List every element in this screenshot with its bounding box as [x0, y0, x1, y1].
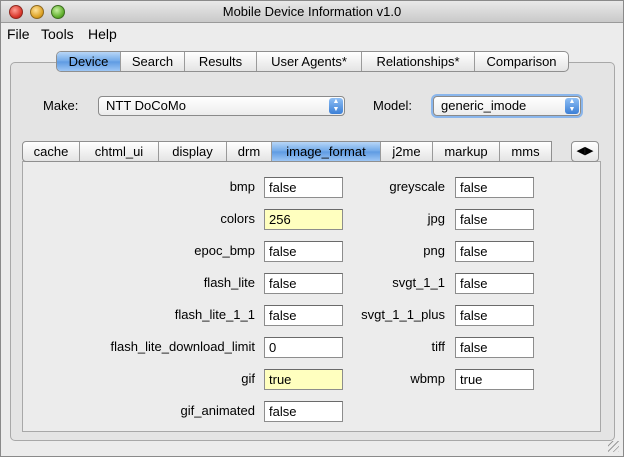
- capability-tab-bar: cache chtml_ui display drm image_format …: [22, 141, 552, 162]
- prop-label-tiff: tiff: [431, 339, 446, 354]
- prop-label-gif: gif: [241, 371, 255, 386]
- tab-search[interactable]: Search: [121, 52, 185, 71]
- field-greyscale[interactable]: false: [455, 177, 534, 198]
- tab-scroll-button[interactable]: ◀▶: [571, 141, 599, 162]
- make-value: NTT DoCoMo: [106, 98, 186, 113]
- make-label: Make:: [43, 98, 79, 113]
- field-wbmp[interactable]: true: [455, 369, 534, 390]
- tab-device[interactable]: Device: [57, 52, 121, 71]
- close-window-button[interactable]: [9, 5, 23, 19]
- prop-label-bmp: bmp: [229, 179, 255, 194]
- field-colors[interactable]: 256: [264, 209, 343, 230]
- up-down-arrows-icon: ▲ ▼: [329, 98, 343, 114]
- window-title: Mobile Device Information v1.0: [222, 4, 402, 19]
- tab-drm[interactable]: drm: [227, 142, 272, 161]
- prop-label-flash-lite-1-1: flash_lite_1_1: [174, 307, 255, 322]
- capability-panel: [22, 161, 601, 432]
- prop-label-jpg: jpg: [427, 211, 445, 226]
- field-tiff[interactable]: false: [455, 337, 534, 358]
- tab-image-format[interactable]: image_format: [272, 142, 381, 161]
- field-svgt-1-1-plus[interactable]: false: [455, 305, 534, 326]
- menu-tools[interactable]: Tools: [41, 23, 74, 45]
- tab-user-agents[interactable]: User Agents*: [257, 52, 362, 71]
- prop-label-png: png: [423, 243, 445, 258]
- prop-label-flash-lite-download-limit: flash_lite_download_limit: [110, 339, 255, 354]
- field-flash-lite[interactable]: false: [264, 273, 343, 294]
- field-flash-lite-download-limit[interactable]: 0: [264, 337, 343, 358]
- field-jpg[interactable]: false: [455, 209, 534, 230]
- tab-j2me[interactable]: j2me: [381, 142, 433, 161]
- make-select[interactable]: NTT DoCoMo ▲ ▼: [98, 96, 345, 116]
- prop-label-svgt-1-1: svgt_1_1: [392, 275, 445, 290]
- field-epoc-bmp[interactable]: false: [264, 241, 343, 262]
- main-tab-bar: Device Search Results User Agents* Relat…: [56, 51, 569, 72]
- up-down-arrows-icon: ▲ ▼: [565, 98, 579, 114]
- tab-markup[interactable]: markup: [433, 142, 500, 161]
- tab-display[interactable]: display: [159, 142, 227, 161]
- field-bmp[interactable]: false: [264, 177, 343, 198]
- tab-comparison[interactable]: Comparison: [475, 52, 568, 71]
- tab-mms[interactable]: mms: [500, 142, 551, 161]
- app-window: Mobile Device Information v1.0 File Tool…: [0, 0, 624, 457]
- prop-label-epoc-bmp: epoc_bmp: [194, 243, 255, 258]
- field-png[interactable]: false: [455, 241, 534, 262]
- tab-chtml-ui[interactable]: chtml_ui: [80, 142, 159, 161]
- tab-relationships[interactable]: Relationships*: [362, 52, 475, 71]
- prop-label-greyscale: greyscale: [389, 179, 445, 194]
- prop-label-gif-animated: gif_animated: [180, 403, 255, 418]
- prop-label-flash-lite: flash_lite: [203, 275, 255, 290]
- prop-label-svgt-1-1-plus: svgt_1_1_plus: [361, 307, 445, 322]
- prop-label-colors: colors: [220, 211, 255, 226]
- menu-file[interactable]: File: [7, 23, 30, 45]
- tab-cache[interactable]: cache: [23, 142, 80, 161]
- resize-grip-icon[interactable]: [608, 441, 619, 452]
- model-label: Model:: [373, 98, 413, 113]
- field-gif-animated[interactable]: false: [264, 401, 343, 422]
- left-right-arrows-icon: ◀▶: [576, 145, 594, 157]
- title-bar[interactable]: Mobile Device Information v1.0: [1, 1, 623, 23]
- minimize-window-button[interactable]: [30, 5, 44, 19]
- field-flash-lite-1-1[interactable]: false: [264, 305, 343, 326]
- field-svgt-1-1[interactable]: false: [455, 273, 534, 294]
- field-gif[interactable]: true: [264, 369, 343, 390]
- menu-help[interactable]: Help: [88, 23, 117, 45]
- tab-results[interactable]: Results: [185, 52, 257, 71]
- prop-label-wbmp: wbmp: [410, 371, 445, 386]
- model-select[interactable]: generic_imode ▲ ▼: [433, 96, 581, 116]
- model-value: generic_imode: [441, 98, 527, 113]
- zoom-window-button[interactable]: [51, 5, 65, 19]
- menu-bar: File Tools Help: [1, 23, 623, 45]
